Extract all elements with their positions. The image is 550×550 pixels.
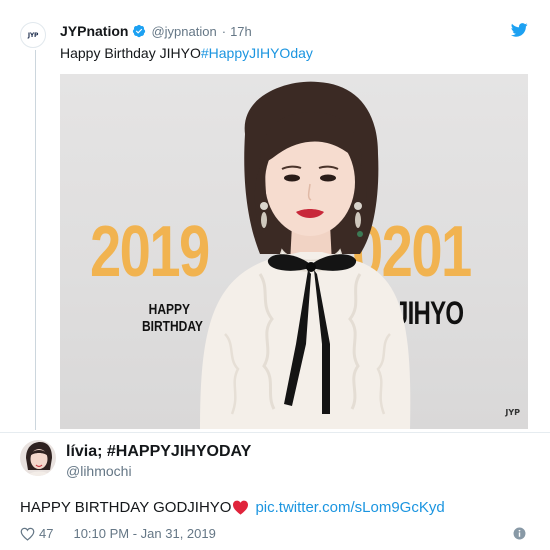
user-handle[interactable]: @lihmochi (66, 463, 132, 479)
quoted-display-name[interactable]: JYPnation (60, 23, 128, 39)
tweet-footer: 47 10:10 PM - Jan 31, 2019 (20, 526, 216, 541)
hashtag-link[interactable]: #HappyJIHYOday (201, 45, 313, 61)
tweet-embed: JYP JYPnation @jypnation · 17h Happy Bir… (0, 0, 550, 550)
divider (0, 432, 550, 433)
jyp-avatar[interactable]: JYP (20, 22, 46, 48)
separator-dot: · (221, 23, 227, 39)
jyp-watermark-icon: JYP (505, 408, 520, 417)
user-avatar[interactable] (20, 440, 56, 476)
tweet-text-body: HAPPY BIRTHDAY GODJIHYO (20, 499, 232, 516)
portrait-photo (200, 81, 411, 429)
twitter-bird-icon[interactable] (511, 23, 528, 37)
media-link[interactable]: pic.twitter.com/sLom9GcKyd (255, 499, 444, 516)
quoted-handle[interactable]: @jypnation (151, 24, 216, 39)
quoted-text-body: Happy Birthday JIHYO (60, 45, 201, 61)
like-count[interactable]: 47 (39, 526, 53, 541)
quoted-tweet-text: Happy Birthday JIHYO#HappyJIHYOday (60, 45, 313, 61)
quoted-tweet-header: JYPnation @jypnation · 17h (60, 22, 252, 40)
user-display-name[interactable]: lívia; #HAPPYJIHYODAY (66, 443, 251, 461)
avatar-image (20, 440, 56, 476)
thread-line (35, 50, 36, 430)
birthday-image[interactable]: 2019 0201 HAPPY BIRTHDAY JIHYO JYP (60, 74, 528, 429)
quoted-timestamp[interactable]: 17h (230, 24, 252, 39)
tweet-timestamp[interactable]: 10:10 PM - Jan 31, 2019 (73, 526, 215, 541)
info-icon[interactable] (513, 527, 526, 540)
verified-badge-icon (133, 24, 146, 38)
tweet-text: HAPPY BIRTHDAY GODJIHYO pic.twitter.com/… (20, 499, 445, 516)
heart-outline-icon[interactable] (20, 527, 35, 541)
jyp-logo-icon: JYP (27, 31, 39, 39)
red-heart-icon (233, 500, 249, 515)
